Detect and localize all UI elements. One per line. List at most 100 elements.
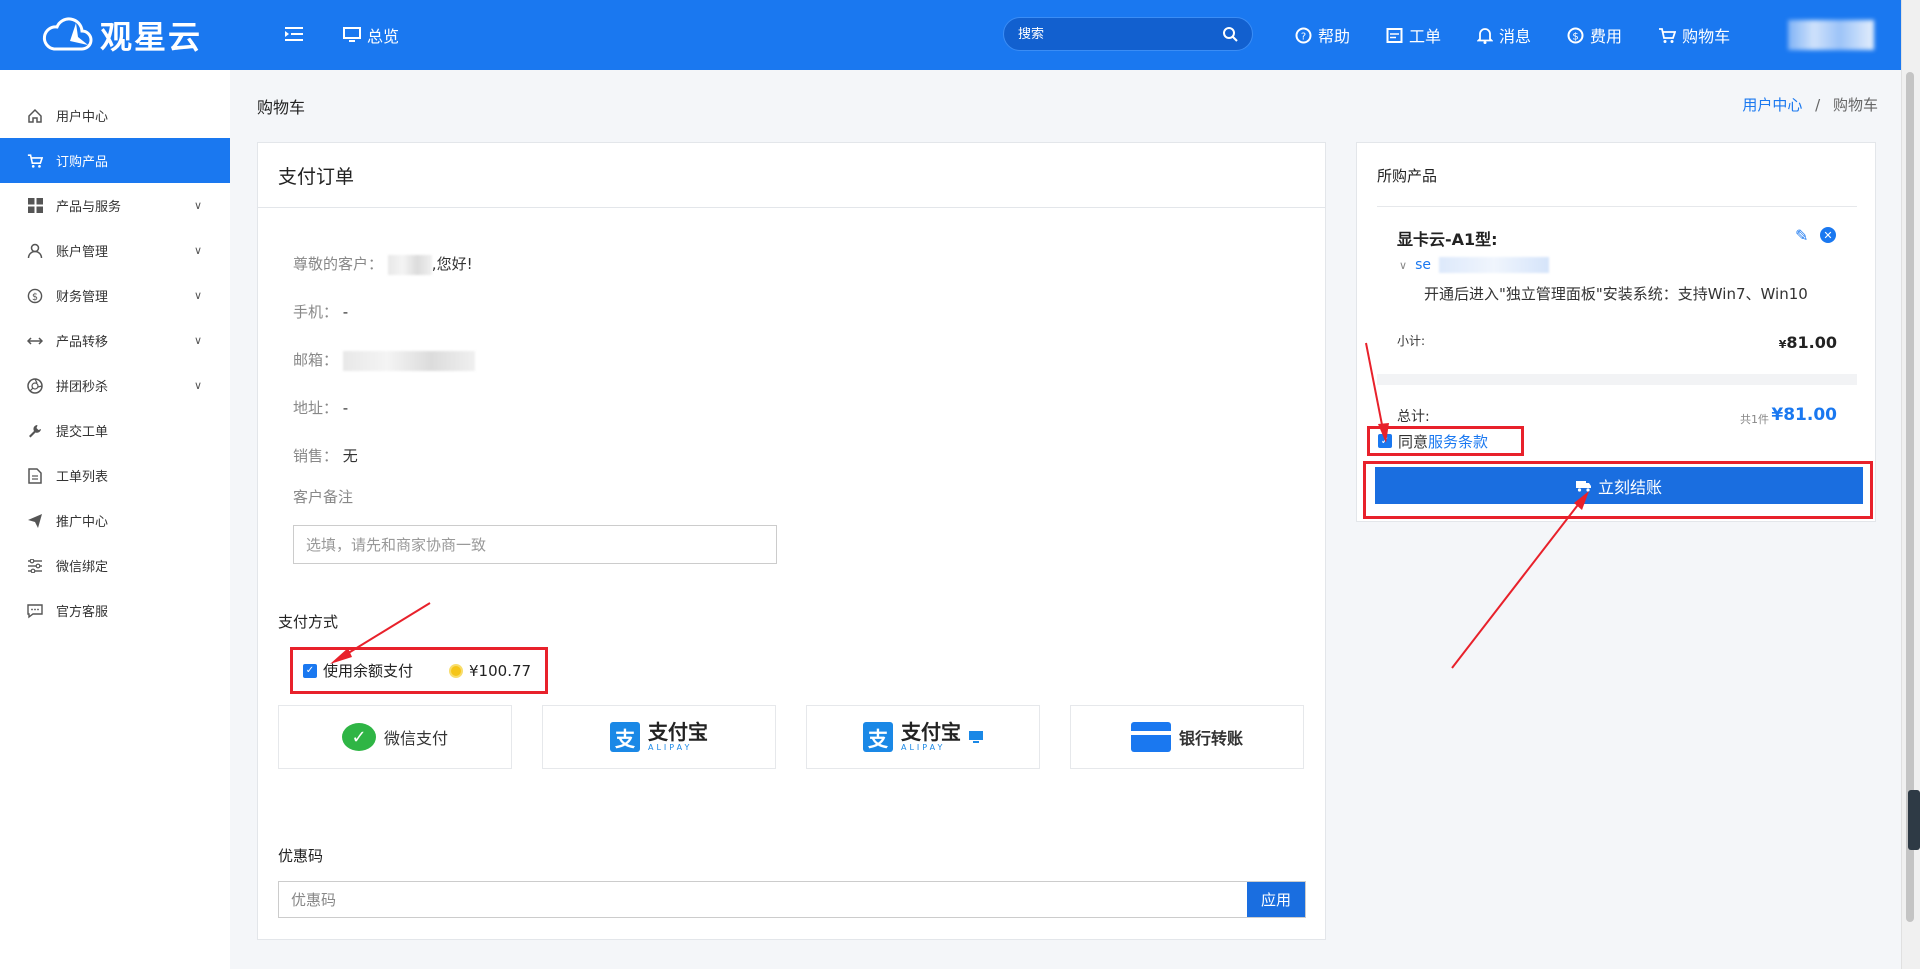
- sidebar-item-ticket-list[interactable]: 工单列表: [0, 453, 230, 498]
- sales-label: 销售：: [293, 447, 339, 465]
- balance-payment-option[interactable]: ✓ 使用余额支付 ¥100.77: [290, 647, 548, 694]
- agree-checkbox[interactable]: ✓: [1378, 434, 1392, 448]
- apply-coupon-button[interactable]: 应用: [1247, 882, 1305, 917]
- side-widget-handle[interactable]: [1908, 790, 1920, 850]
- sidebar-item-promotion[interactable]: 推广中心: [0, 498, 230, 543]
- sidebar-item-support[interactable]: 官方客服: [0, 588, 230, 633]
- cart-icon: [1659, 27, 1677, 43]
- chevron-down-icon: ∨: [1399, 258, 1408, 272]
- sidebar-item-account[interactable]: 账户管理 ∨: [0, 228, 230, 273]
- remove-icon[interactable]: ✕: [1820, 227, 1836, 243]
- cart-icon: [26, 152, 44, 170]
- top-nav-fees[interactable]: $ 费用: [1567, 23, 1622, 47]
- top-nav-help[interactable]: ? 帮助: [1295, 23, 1350, 47]
- payment-order-panel: 支付订单 尊敬的客户： ,您好! 手机： - 邮箱： 地址： - 销售： 无 客…: [257, 142, 1326, 940]
- alipay-icon: 支: [863, 722, 893, 752]
- bank-card-icon: [1130, 722, 1171, 752]
- user-avatar-blurred[interactable]: [1788, 20, 1874, 50]
- product-option[interactable]: ∨ se: [1399, 257, 1549, 273]
- ticket-icon: [1386, 27, 1403, 43]
- total-value: ¥81.00: [1771, 405, 1837, 425]
- breadcrumb-current: 购物车: [1832, 96, 1878, 114]
- payment-methods: ✓ 微信支付 支 支付宝 ALIPAY 支 支付宝 ALIPAY 银行转账: [278, 705, 1304, 769]
- breadcrumb-home-link[interactable]: 用户中心: [1742, 96, 1802, 114]
- total-count: 共1件: [1740, 413, 1769, 426]
- sidebar-item-label: 工单列表: [56, 470, 109, 485]
- sidebar-item-user-center[interactable]: 用户中心: [0, 93, 230, 138]
- bank-transfer-label: 银行转账: [1178, 729, 1243, 748]
- phone-row: 手机： -: [293, 301, 348, 322]
- chevron-down-icon: ∨: [193, 199, 202, 212]
- wechat-pay-button[interactable]: ✓ 微信支付: [278, 705, 512, 769]
- top-nav-messages-label: 消息: [1499, 27, 1532, 46]
- sidebar-item-transfer[interactable]: 产品转移 ∨: [0, 318, 230, 363]
- alipay-button[interactable]: 支 支付宝 ALIPAY: [542, 705, 776, 769]
- sales-value: 无: [342, 447, 358, 465]
- subtotal-value: ¥81.00: [1779, 333, 1837, 352]
- sidebar-item-label: 推广中心: [56, 515, 109, 530]
- alipay-pc-button[interactable]: 支 支付宝 ALIPAY: [806, 705, 1040, 769]
- greeting-suffix: ,您好!: [431, 255, 473, 273]
- coin-icon: [449, 663, 464, 678]
- sidebar-item-order-products[interactable]: 订购产品: [0, 138, 230, 183]
- agree-terms-option[interactable]: ✓ 同意服务条款: [1367, 426, 1524, 456]
- sidebar-item-products-services[interactable]: 产品与服务 ∨: [0, 183, 230, 228]
- divider: [1377, 206, 1857, 207]
- top-nav-messages[interactable]: 消息: [1477, 23, 1531, 47]
- checkout-label: 立刻结账: [1597, 477, 1662, 497]
- phone-label: 手机：: [293, 303, 339, 321]
- top-nav-ticket[interactable]: 工单: [1386, 23, 1441, 47]
- product-option-blurred: [1438, 257, 1549, 273]
- sidebar-item-group-buy[interactable]: 拼团秒杀 ∨: [0, 363, 230, 408]
- wechat-icon: ✓: [341, 723, 376, 751]
- balance-checkbox[interactable]: ✓: [303, 663, 317, 678]
- overview-link[interactable]: 总览: [343, 23, 399, 47]
- dollar-icon: $: [1567, 27, 1584, 43]
- cloud-logo-icon: [42, 17, 93, 51]
- top-nav-cart-label: 购物车: [1682, 27, 1731, 46]
- svg-text:?: ?: [1301, 31, 1306, 42]
- sidebar-item-label: 产品与服务: [56, 200, 122, 215]
- edit-icon[interactable]: ✎: [1795, 226, 1808, 245]
- phone-value: -: [342, 303, 349, 321]
- customer-name-blurred: [387, 254, 432, 275]
- cart-summary-panel: 所购产品 显卡云-A1型: ✎ ✕ ∨ se 开通后进入"独立管理面板"安装系统…: [1356, 142, 1876, 522]
- divider-band: [1377, 374, 1857, 385]
- alipay-icon: 支: [610, 722, 640, 752]
- address-label: 地址：: [293, 399, 339, 417]
- alipay-label: 支付宝: [648, 720, 708, 744]
- coupon-field: 应用: [278, 881, 1306, 918]
- sidebar-item-label: 账户管理: [56, 245, 109, 260]
- sidebar-item-wechat-bind[interactable]: 微信绑定: [0, 543, 230, 588]
- bell-icon: [1477, 27, 1494, 44]
- note-label: 客户备注: [293, 488, 354, 506]
- chevron-down-icon: ∨: [193, 289, 202, 302]
- coupon-input[interactable]: [279, 882, 1247, 917]
- menu-toggle-icon[interactable]: [285, 23, 303, 47]
- greeting-label: 尊敬的客户：: [293, 255, 384, 273]
- top-nav-fees-label: 费用: [1590, 27, 1623, 46]
- send-icon: [26, 512, 44, 530]
- checkout-button[interactable]: 立刻结账: [1375, 467, 1863, 504]
- search-icon[interactable]: [1222, 26, 1238, 42]
- sliders-icon: [26, 557, 44, 575]
- product-option-label: se: [1415, 257, 1431, 273]
- sales-row: 销售： 无: [293, 445, 358, 466]
- customer-note-input[interactable]: 选填，请先和商家协商一致: [293, 525, 777, 564]
- sidebar-item-submit-ticket[interactable]: 提交工单: [0, 408, 230, 453]
- bank-transfer-button[interactable]: 银行转账: [1070, 705, 1304, 769]
- sidebar-item-finance[interactable]: $ 财务管理 ∨: [0, 273, 230, 318]
- sidebar-item-label: 用户中心: [56, 110, 109, 125]
- top-nav-cart[interactable]: 购物车: [1658, 23, 1730, 47]
- brand-logo[interactable]: 观星云: [40, 12, 240, 58]
- search-input[interactable]: [1018, 26, 1222, 42]
- grid-icon: [26, 197, 44, 215]
- terms-link[interactable]: 服务条款: [1428, 433, 1488, 451]
- top-nav: ? 帮助 工单 消息 $ 费用 购物车: [1295, 0, 1766, 70]
- chevron-down-icon: ∨: [193, 244, 202, 257]
- agree-label: 同意: [1398, 432, 1429, 451]
- truck-icon: [1575, 480, 1591, 492]
- breadcrumb: 用户中心 / 购物车: [1742, 94, 1878, 115]
- transfer-icon: [26, 332, 44, 350]
- sidebar: 用户中心 订购产品 产品与服务 ∨ 账户管理 ∨ $ 财务管理 ∨ 产品转移 ∨…: [0, 70, 230, 969]
